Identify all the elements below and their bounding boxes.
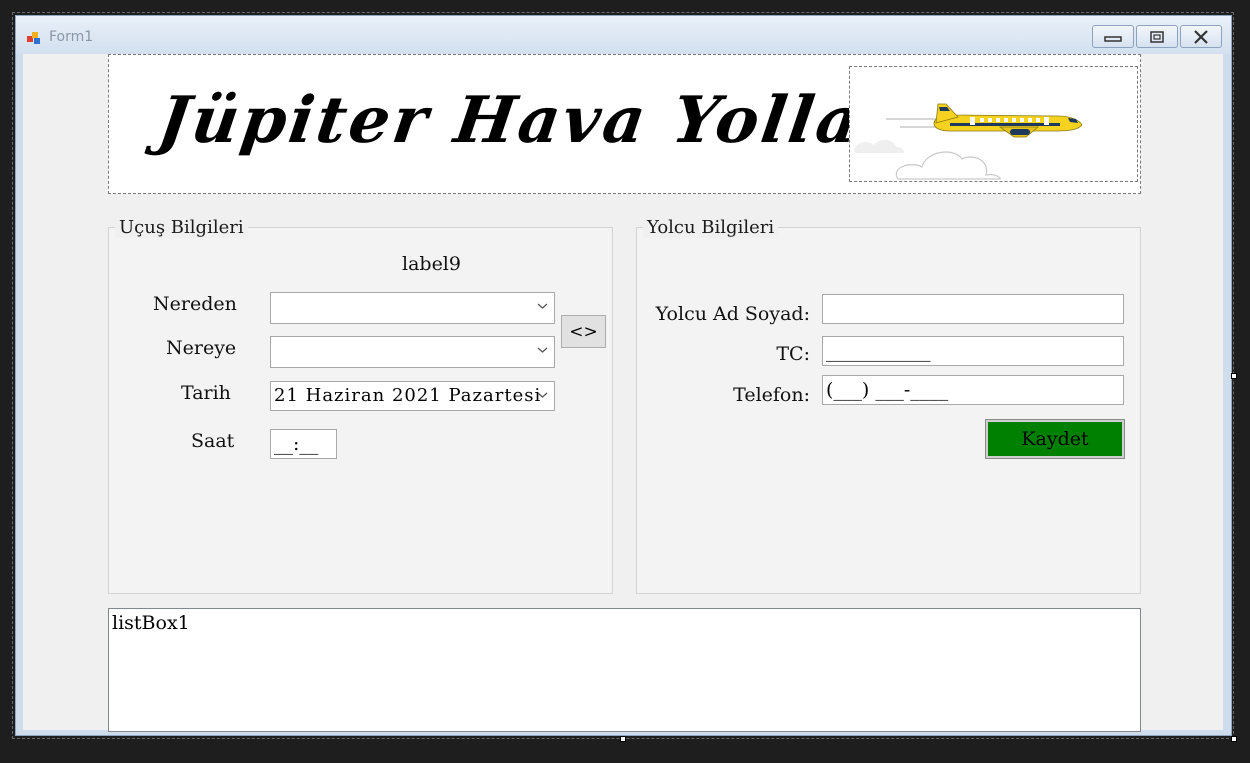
passenger-group-title: Yolcu Bilgileri (643, 217, 779, 238)
time-label: Saat (191, 430, 235, 452)
chevron-down-icon (537, 392, 548, 398)
tc-label: TC: (776, 343, 810, 365)
resize-handle-corner[interactable] (1231, 736, 1237, 742)
phone-label: Telefon: (733, 384, 810, 406)
resize-handle-right[interactable] (1231, 373, 1237, 379)
passenger-info-group: Yolcu Bilgileri Yolcu Ad Soyad: TC: ____… (636, 217, 1141, 594)
airplane-image (854, 103, 1083, 180)
airline-title: Jüpiter Hava Yolları (153, 83, 931, 158)
from-combobox[interactable] (270, 292, 555, 324)
name-label: Yolcu Ad Soyad: (655, 303, 810, 325)
close-button[interactable] (1180, 25, 1222, 48)
swap-route-button[interactable]: <> (561, 315, 606, 348)
maximize-button[interactable] (1136, 25, 1178, 48)
chevron-down-icon (537, 347, 548, 353)
to-label: Nereye (166, 337, 237, 359)
phone-mask: (___) ___-____ (826, 379, 949, 401)
title-bar[interactable]: Form1 (16, 16, 1231, 54)
name-input[interactable] (822, 294, 1124, 324)
save-button[interactable]: Kaydet (985, 419, 1125, 459)
records-listbox[interactable]: listBox1 (108, 608, 1141, 732)
phone-maskedbox[interactable]: (___) ___-____ (822, 375, 1124, 405)
tc-mask: ___________ (826, 340, 931, 362)
flight-group-title: Uçuş Bilgileri (115, 217, 248, 238)
time-mask: __:__ (274, 433, 319, 455)
window-title: Form1 (49, 29, 94, 45)
status-label: label9 (402, 253, 461, 275)
date-picker[interactable]: 21 Haziran 2021 Pazartesi (270, 381, 555, 411)
header-banner: Jüpiter Hava Yolları (108, 54, 1141, 194)
tc-maskedbox[interactable]: ___________ (822, 336, 1124, 366)
flight-info-group: Uçuş Bilgileri label9 Nereden Nereye <> … (108, 217, 613, 594)
listbox-placeholder: listBox1 (112, 612, 190, 634)
form-window: Form1 Jüpiter Hava Yolları Uçuş Bilgiler… (15, 15, 1232, 736)
date-value: 21 Haziran 2021 Pazartesi (274, 385, 542, 406)
resize-handle-bottom[interactable] (620, 736, 626, 742)
time-maskedbox[interactable]: __:__ (270, 429, 337, 459)
from-label: Nereden (153, 293, 237, 315)
maximize-icon (1150, 30, 1164, 43)
close-icon (1194, 29, 1208, 44)
app-icon (26, 30, 42, 46)
minimize-button[interactable] (1092, 25, 1134, 48)
airplane-picturebox (849, 66, 1138, 182)
to-combobox[interactable] (270, 336, 555, 368)
form-client-area: Jüpiter Hava Yolları Uçuş Bilgileri labe… (23, 54, 1223, 732)
date-label: Tarih (181, 382, 231, 404)
minimize-icon (1104, 35, 1122, 42)
chevron-down-icon (537, 303, 548, 309)
